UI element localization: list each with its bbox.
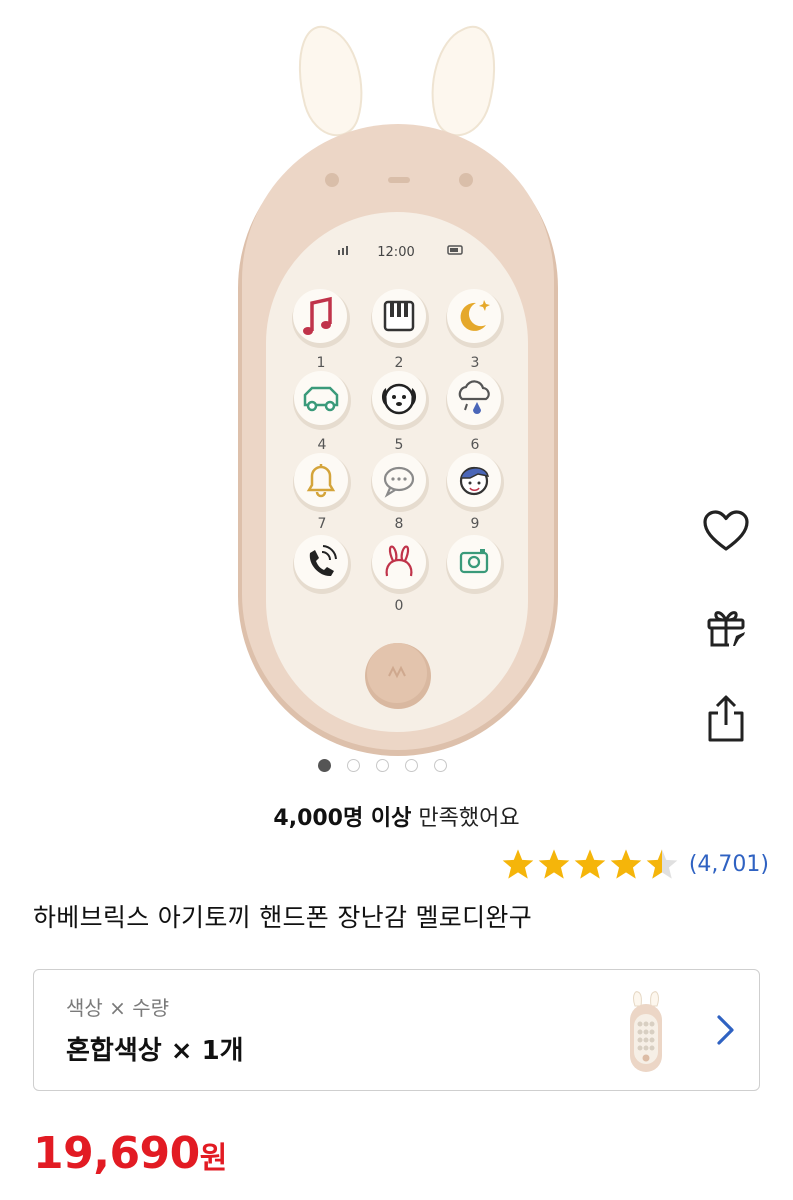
carousel-dot[interactable] — [376, 758, 389, 772]
price: 19,690원 — [33, 1128, 227, 1179]
satisfaction-rest: 만족했어요 — [411, 806, 520, 831]
gift-icon — [707, 611, 745, 647]
star-icon — [610, 849, 642, 879]
star-icon — [538, 849, 570, 879]
star-icon — [574, 849, 606, 879]
svg-text:9: 9 — [471, 516, 480, 532]
star-icon — [502, 849, 534, 879]
kid-face-icon — [459, 466, 490, 496]
svg-text:8: 8 — [395, 516, 404, 532]
option-selector[interactable]: 색상 × 수량 혼합색상 × 1개 — [33, 969, 760, 1091]
phone-clock: 12:00 — [377, 245, 414, 260]
option-thumbnail — [630, 991, 662, 1072]
carousel-dot[interactable] — [405, 758, 418, 772]
carousel-dot[interactable] — [347, 758, 360, 772]
review-count[interactable]: (4,701) — [689, 852, 769, 877]
carousel-dot[interactable] — [434, 758, 447, 772]
phone-home-button[interactable] — [365, 643, 431, 709]
product-image[interactable]: 12:00 1 2 3 4 5 6 7 8 9 0 — [0, 0, 793, 780]
svg-text:2: 2 — [395, 355, 404, 371]
option-label: 색상 × 수량 — [66, 996, 170, 1020]
option-value: 혼합색상 × 1개 — [66, 1036, 244, 1066]
wishlist-button[interactable] — [700, 505, 752, 557]
heart-icon — [703, 510, 749, 551]
svg-text:1: 1 — [317, 355, 326, 371]
svg-text:3: 3 — [471, 355, 480, 371]
share-icon — [708, 695, 744, 742]
keypad: 1 2 3 4 5 6 7 8 9 0 — [292, 289, 504, 614]
piano-icon — [383, 300, 415, 332]
carousel-dot[interactable] — [318, 758, 331, 772]
star-rating — [501, 848, 679, 880]
svg-text:6: 6 — [471, 437, 480, 453]
price-amount: 19,690 — [33, 1128, 200, 1179]
half-star-icon — [646, 849, 678, 879]
rating[interactable]: (4,701) — [501, 848, 769, 880]
satisfaction-text: 4,000명 이상 만족했어요 — [0, 800, 793, 832]
svg-text:0: 0 — [395, 598, 404, 614]
price-unit: 원 — [199, 1141, 228, 1176]
satisfaction-count: 4,000명 이상 — [273, 806, 412, 831]
bunny-ears — [298, 25, 496, 137]
svg-text:4: 4 — [318, 437, 327, 453]
svg-text:5: 5 — [395, 437, 404, 453]
carousel-indicator — [318, 756, 447, 774]
gift-button[interactable] — [700, 602, 752, 654]
svg-text:7: 7 — [318, 516, 327, 532]
product-title: 하베브릭스 아기토끼 핸드폰 장난감 멜로디완구 — [33, 903, 532, 932]
chevron-right-icon — [717, 1015, 734, 1045]
share-button[interactable] — [700, 693, 752, 745]
